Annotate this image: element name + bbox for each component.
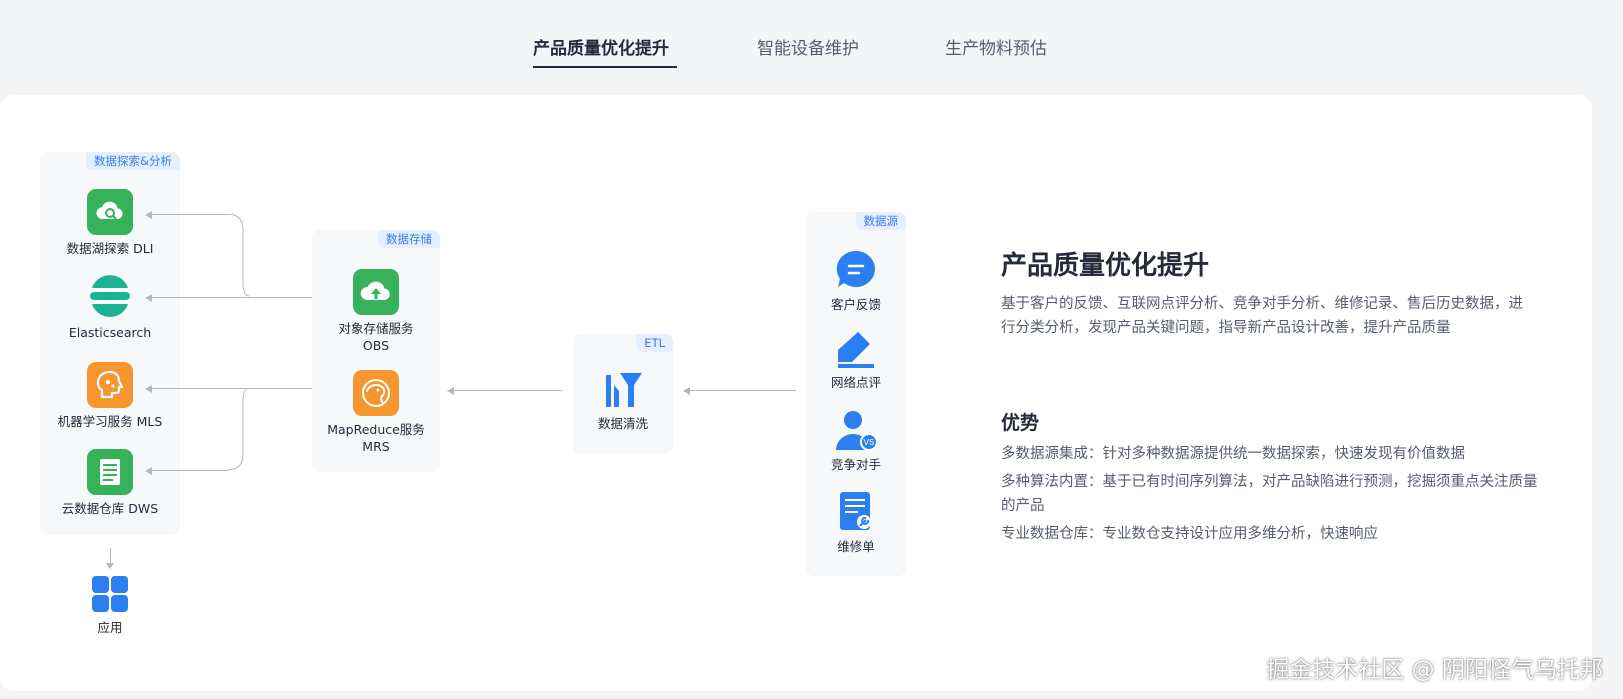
mrs-to-dws-arrowhead [145, 467, 152, 475]
mrs-label-line1: MapReduce服务 [327, 422, 425, 437]
advantages-title: 优势 [1001, 412, 1040, 434]
data-cleaning-label: 数据清洗 [597, 416, 648, 431]
sources-to-etl-arrowhead [683, 387, 690, 395]
active-tab-underline [533, 66, 677, 68]
dli-label: 数据湖探索 DLI [66, 241, 154, 256]
solution-tabs: 产品质量优化提升 智能设备维护 生产物料预估 [0, 0, 1623, 80]
solution-description: 基于客户的反馈、互联网点评分析、竞争对手分析、维修记录、售后历史数据，进行分类分… [1001, 296, 1523, 336]
etl-group-tag: ETL [636, 334, 673, 352]
dli-node[interactable]: 数据湖探索 DLI [40, 188, 180, 257]
obs-branch-curve [226, 214, 250, 297]
advantage-item: 专业数据仓库：专业数仓支持设计应用多维分析，快速响应 [1001, 526, 1378, 542]
customer-feedback-label: 客户反馈 [830, 297, 881, 312]
mrs-to-mls-arrowhead [145, 385, 152, 393]
elasticsearch-icon [90, 275, 130, 317]
sources-to-etl-line [688, 390, 796, 391]
dws-label: 云数据仓库 DWS [61, 501, 159, 516]
person-vs-icon: VS [836, 411, 878, 451]
advantage-item: 多数据源集成：针对多种数据源提供统一数据探索，快速发现有价值数据 [1001, 446, 1465, 462]
elephant-icon [353, 370, 399, 416]
obs-node[interactable]: 对象存储服务 OBS [312, 268, 440, 354]
advantages-list: 多数据源集成：针对多种数据源提供统一数据探索，快速发现有价值数据 多种算法内置：… [1001, 442, 1541, 550]
obs-label-line2: OBS [362, 338, 390, 353]
obs-to-elasticsearch-arrowhead [145, 294, 152, 302]
svg-text:VS: VS [864, 438, 875, 447]
application-label: 应用 [97, 620, 123, 635]
mrs-branch-curve [226, 388, 250, 471]
storage-group-tag: 数据存储 [378, 230, 440, 248]
application-node[interactable]: 应用 [60, 575, 160, 636]
online-reviews-label: 网络点评 [830, 375, 881, 390]
data-cleaning-node[interactable]: 数据清洗 [573, 369, 673, 432]
cloud-upload-icon [353, 269, 399, 315]
chat-bubble-icon [836, 250, 875, 287]
repair-orders-node[interactable]: 维修单 [806, 490, 906, 555]
analysis-to-app-line [110, 548, 111, 564]
pencil-icon [838, 332, 874, 368]
repair-orders-label: 维修单 [837, 539, 875, 554]
watermark: 掘金技术社区 @ 阴阳怪气乌托邦 [1266, 657, 1603, 683]
grid-icon [92, 576, 128, 612]
mls-node[interactable]: 机器学习服务 MLS [40, 361, 180, 430]
etl-to-storage-arrowhead [447, 387, 454, 395]
brain-icon [87, 362, 133, 408]
mrs-label-line2: MRS [362, 439, 390, 454]
cloud-search-icon [87, 189, 133, 235]
sources-group-tag: 数据源 [855, 212, 906, 230]
obs-label-line1: 对象存储服务 [338, 321, 414, 336]
etl-to-storage-line [452, 390, 562, 391]
obs-to-elasticsearch-line [150, 297, 336, 298]
obs-to-dli-line [150, 214, 228, 215]
mrs-node[interactable]: MapReduce服务 MRS [312, 369, 440, 455]
obs-to-dli-arrowhead [145, 211, 152, 219]
mrs-to-dws-line [150, 470, 228, 471]
online-reviews-node[interactable]: 网络点评 [806, 328, 906, 391]
tab-quality-optimization[interactable]: 产品质量优化提升 [533, 34, 669, 59]
analysis-group-tag: 数据探索&分析 [86, 152, 180, 170]
document-stack-icon [87, 449, 133, 495]
filter-icon [606, 373, 642, 407]
solution-title: 产品质量优化提升 [1001, 251, 1210, 281]
elasticsearch-node[interactable]: Elasticsearch [40, 274, 180, 341]
customer-feedback-node[interactable]: 客户反馈 [806, 248, 906, 313]
tab-device-maintenance[interactable]: 智能设备维护 [757, 34, 859, 59]
elasticsearch-label: Elasticsearch [68, 325, 152, 340]
dws-node[interactable]: 云数据仓库 DWS [40, 448, 180, 517]
wrench-doc-icon [840, 492, 871, 530]
analysis-to-app-arrowhead [106, 563, 114, 569]
advantage-item: 多种算法内置：基于已有时间序列算法，对产品缺陷进行预测，挖掘须重点关注质量的产品 [1001, 474, 1538, 514]
mls-label: 机器学习服务 MLS [57, 414, 163, 429]
tab-material-estimation[interactable]: 生产物料预估 [945, 34, 1047, 59]
competitors-node[interactable]: VS 竞争对手 [806, 408, 906, 473]
competitors-label: 竞争对手 [830, 457, 881, 472]
